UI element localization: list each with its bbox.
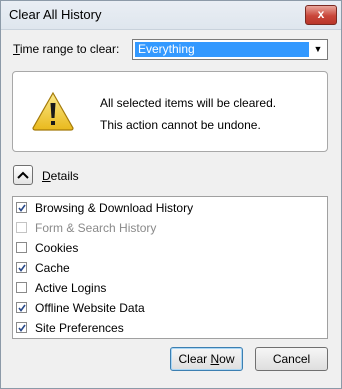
cancel-button[interactable]: Cancel bbox=[255, 347, 328, 371]
chevron-up-icon bbox=[17, 171, 29, 179]
details-label-text: etails bbox=[50, 169, 79, 183]
time-range-label-accesskey: T bbox=[13, 42, 20, 56]
checkmark-icon bbox=[18, 204, 26, 212]
warning-triangle-icon bbox=[32, 91, 74, 131]
list-item-label: Browsing & Download History bbox=[35, 201, 194, 215]
title-bar: Clear All History x bbox=[1, 1, 341, 30]
warning-text-line1: All selected items will be cleared. bbox=[100, 96, 277, 110]
warning-panel: All selected items will be cleared. This… bbox=[12, 71, 328, 152]
time-range-label: Time range to clear: bbox=[13, 42, 119, 56]
history-items-list[interactable]: Browsing & Download History Form & Searc… bbox=[12, 196, 328, 339]
details-toggle-button[interactable] bbox=[13, 165, 33, 185]
checkmark-icon bbox=[18, 264, 26, 272]
checkbox[interactable] bbox=[16, 302, 27, 313]
dialog-body: Time range to clear: Everything ▼ All se… bbox=[1, 30, 341, 388]
checkbox[interactable] bbox=[16, 242, 27, 253]
clear-now-label-start: Clear bbox=[178, 352, 211, 366]
clear-now-label-end: ow bbox=[219, 352, 235, 366]
checkmark-icon bbox=[18, 324, 26, 332]
close-button[interactable]: x bbox=[305, 5, 337, 25]
warning-text-line2: This action cannot be undone. bbox=[100, 118, 261, 132]
checkbox[interactable] bbox=[16, 282, 27, 293]
chevron-down-icon[interactable]: ▼ bbox=[311, 42, 325, 57]
clear-history-dialog: Clear All History x Time range to clear:… bbox=[0, 0, 342, 389]
checkbox[interactable] bbox=[16, 222, 27, 233]
checkbox[interactable] bbox=[16, 322, 27, 333]
details-label[interactable]: Details bbox=[42, 169, 79, 183]
time-range-label-text: ime range to clear: bbox=[19, 42, 120, 56]
clear-now-accesskey: N bbox=[210, 352, 220, 366]
clear-now-button[interactable]: Clear Now bbox=[170, 347, 243, 371]
time-range-selected-value: Everything bbox=[135, 42, 309, 57]
checkbox[interactable] bbox=[16, 262, 27, 273]
checkmark-icon bbox=[18, 304, 26, 312]
list-item-label: Form & Search History bbox=[35, 221, 157, 235]
time-range-select[interactable]: Everything ▼ bbox=[132, 39, 328, 60]
list-item-label: Offline Website Data bbox=[35, 301, 145, 315]
close-icon: x bbox=[317, 7, 325, 21]
checkbox[interactable] bbox=[16, 202, 27, 213]
list-item-label: Active Logins bbox=[35, 281, 107, 295]
details-label-accesskey: D bbox=[42, 169, 51, 183]
list-item-label: Cache bbox=[35, 261, 70, 275]
list-item-label: Site Preferences bbox=[35, 321, 124, 335]
window-title: Clear All History bbox=[9, 7, 102, 22]
list-item-label: Cookies bbox=[35, 241, 79, 255]
